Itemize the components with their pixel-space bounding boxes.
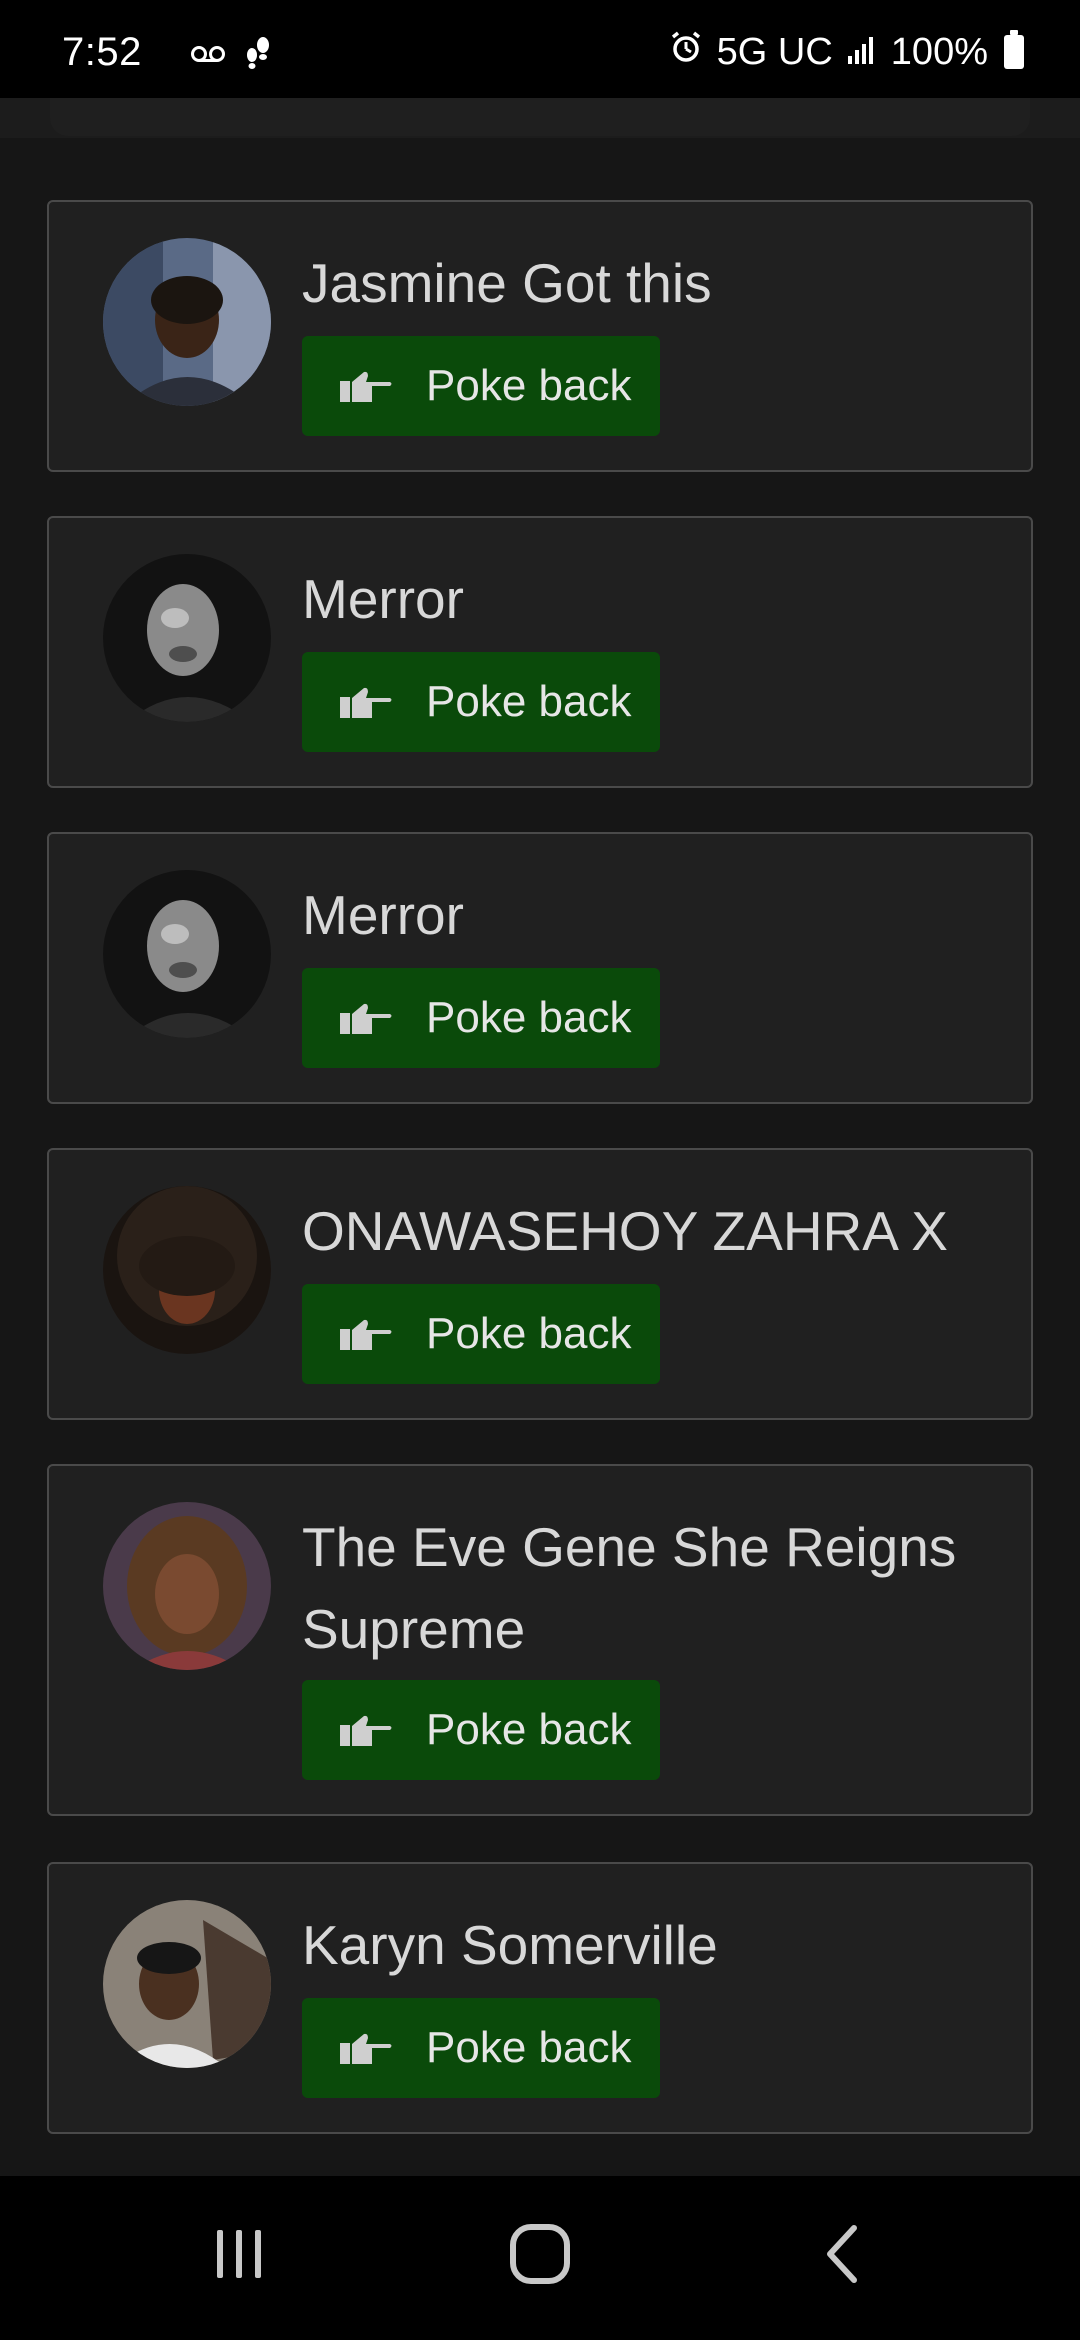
- user-name[interactable]: ONAWASEHOY ZAHRA X: [302, 1190, 1002, 1272]
- status-time: 7:52: [62, 30, 142, 74]
- poke-card: The Eve Gene She Reigns Supreme Poke bac…: [47, 1464, 1033, 1816]
- poke-card: Jasmine Got this Poke back: [47, 200, 1033, 472]
- recent-apps-icon: [209, 2224, 269, 2289]
- poke-back-button[interactable]: Poke back: [302, 968, 660, 1068]
- header-shelf: [0, 98, 1080, 138]
- pointing-hand-icon: [338, 1712, 394, 1748]
- avatar[interactable]: [103, 870, 271, 1038]
- navigation-bar: [0, 2176, 1080, 2340]
- poke-back-button[interactable]: Poke back: [302, 1284, 660, 1384]
- status-left-icons: [190, 36, 274, 77]
- back-button[interactable]: [793, 2216, 893, 2296]
- header-shelf-panel: [50, 98, 1030, 136]
- user-name[interactable]: Merror: [302, 558, 1002, 640]
- poke-back-label: Poke back: [426, 2023, 632, 2072]
- poke-back-button[interactable]: Poke back: [302, 336, 660, 436]
- footsteps-icon: [244, 36, 274, 77]
- pokes-list[interactable]: Jasmine Got this Poke back Merror Poke b…: [0, 98, 1080, 2176]
- network-type: 5G UC: [716, 30, 833, 73]
- home-icon: [508, 2222, 572, 2291]
- signal-icon: [847, 31, 877, 74]
- user-name[interactable]: Merror: [302, 874, 1002, 956]
- home-button[interactable]: [490, 2216, 590, 2296]
- battery-icon: [1004, 30, 1024, 69]
- avatar[interactable]: [103, 1186, 271, 1354]
- alarm-icon: [669, 30, 703, 74]
- status-right: 5G UC 100%: [669, 30, 1024, 74]
- poke-back-label: Poke back: [426, 1309, 632, 1358]
- status-bar: 7:52 5G UC 100%: [0, 0, 1080, 98]
- user-name[interactable]: Karyn Somerville: [302, 1904, 1002, 1986]
- poke-back-button[interactable]: Poke back: [302, 1998, 660, 2098]
- avatar[interactable]: [103, 554, 271, 722]
- avatar[interactable]: [103, 1900, 271, 2068]
- poke-back-label: Poke back: [426, 1705, 632, 1754]
- poke-card: Karyn Somerville Poke back: [47, 1862, 1033, 2134]
- pointing-hand-icon: [338, 2030, 394, 2066]
- voicemail-icon: [190, 43, 226, 70]
- avatar[interactable]: [103, 1502, 271, 1670]
- user-name[interactable]: Jasmine Got this: [302, 242, 1002, 324]
- poke-back-button[interactable]: Poke back: [302, 1680, 660, 1780]
- poke-back-button[interactable]: Poke back: [302, 652, 660, 752]
- poke-back-label: Poke back: [426, 677, 632, 726]
- pointing-hand-icon: [338, 684, 394, 720]
- avatar[interactable]: [103, 238, 271, 406]
- user-name[interactable]: The Eve Gene She Reigns Supreme: [302, 1506, 1002, 1670]
- pointing-hand-icon: [338, 1000, 394, 1036]
- poke-card: Merror Poke back: [47, 832, 1033, 1104]
- pointing-hand-icon: [338, 1316, 394, 1352]
- poke-back-label: Poke back: [426, 993, 632, 1042]
- pointing-hand-icon: [338, 368, 394, 404]
- battery-level: 100%: [890, 30, 988, 73]
- poke-back-label: Poke back: [426, 361, 632, 410]
- poke-card: Merror Poke back: [47, 516, 1033, 788]
- recent-apps-button[interactable]: [189, 2216, 289, 2296]
- back-chevron-icon: [818, 2222, 868, 2291]
- poke-card: ONAWASEHOY ZAHRA X Poke back: [47, 1148, 1033, 1420]
